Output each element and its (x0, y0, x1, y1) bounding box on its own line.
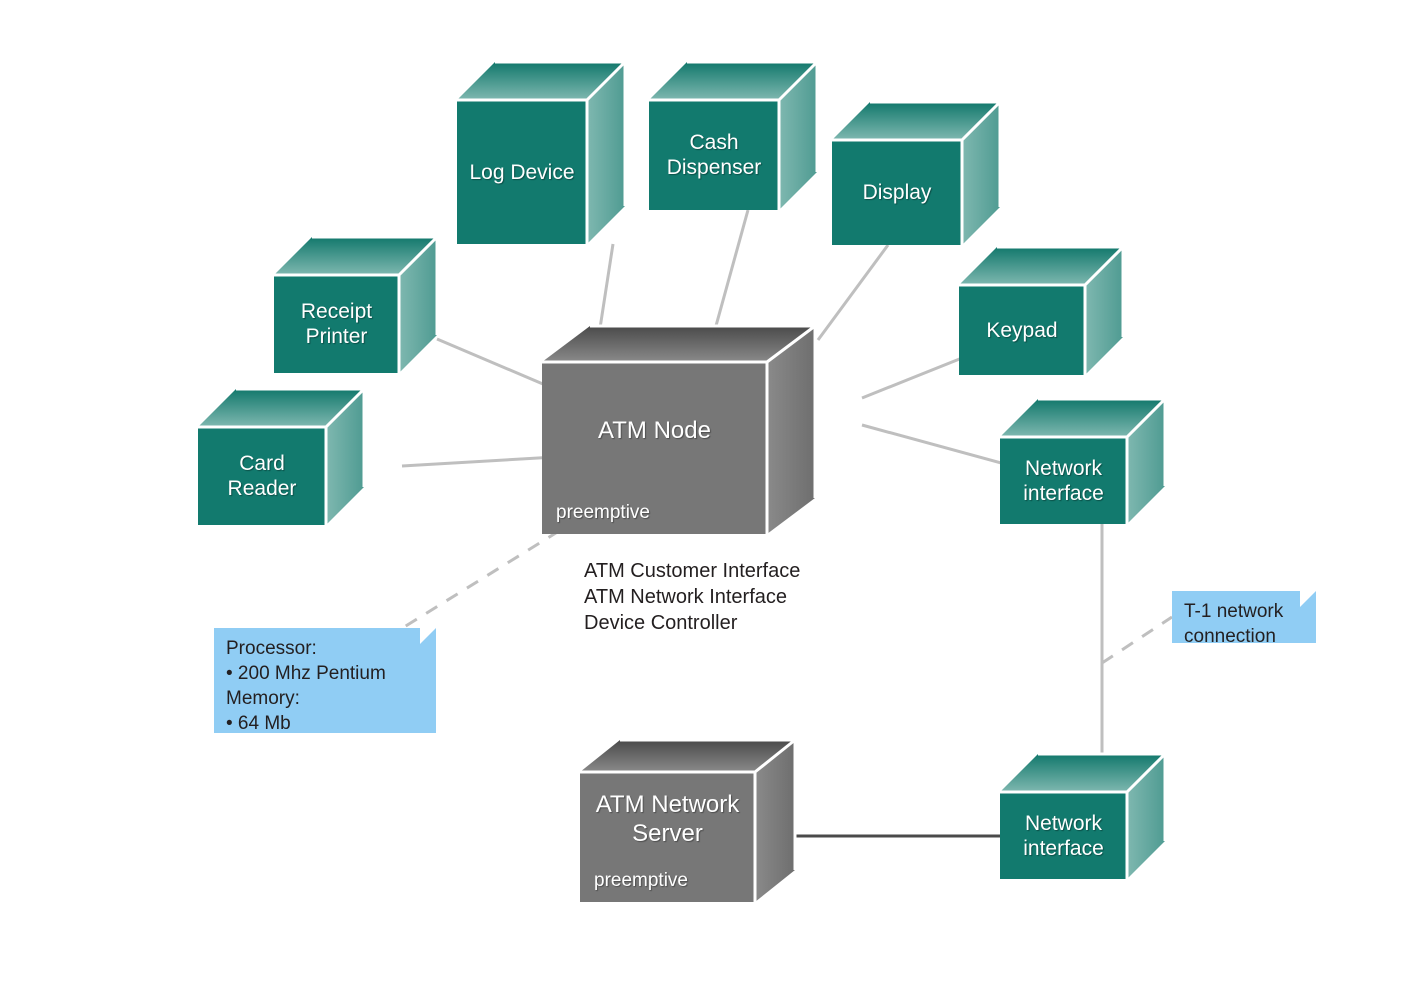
cube-front-face (198, 427, 326, 525)
cube-shape-keypad (959, 245, 1125, 375)
cube-shape-network-interface-atm (1000, 397, 1167, 524)
node-log-device[interactable]: Log Device (457, 60, 627, 244)
note-fold-icon (1300, 591, 1316, 607)
cube-shape-cash-dispenser (649, 60, 819, 210)
cube-front-face (580, 772, 755, 902)
cube-front-face (649, 100, 779, 210)
edge-nic-link-t1-note (1101, 615, 1173, 665)
note-fold-icon (420, 628, 436, 644)
cube-shape-atm-network-server (580, 738, 797, 902)
cube-front-face (1000, 792, 1127, 879)
edge-display (816, 244, 890, 341)
cube-shape-receipt-printer (274, 235, 439, 373)
cube-shape-log-device (457, 60, 627, 244)
cube-front-face (832, 140, 962, 245)
node-network-interface-server[interactable]: Network interface (1000, 752, 1167, 879)
cube-shape-card-reader (198, 387, 366, 525)
deployment-diagram-canvas: Log Device Cash Dispenser Display Receipt P… (0, 0, 1414, 994)
cube-front-face (959, 285, 1085, 375)
t1-note: T-1 network connection (1172, 591, 1316, 647)
cube-front-face (274, 275, 399, 373)
node-receipt-printer[interactable]: Receipt Printer (274, 235, 439, 373)
cube-front-face (1000, 437, 1127, 524)
cube-front-face (542, 362, 767, 534)
processor-note-text: Processor: • 200 Mhz Pentium Memory: • 6… (226, 638, 386, 734)
node-atm-node[interactable]: ATM Node preemptive (542, 324, 817, 534)
t1-note-text: T-1 network connection (1184, 601, 1284, 647)
cube-shape-atm-node (542, 324, 817, 534)
edge-atm-node-processor-note (387, 516, 581, 639)
node-display[interactable]: Display (832, 100, 1002, 245)
cube-shape-network-interface-server (1000, 752, 1167, 879)
node-network-interface-atm[interactable]: Network interface (1000, 397, 1167, 524)
cube-front-face (457, 100, 587, 244)
node-atm-network-server[interactable]: ATM Network Server preemptive (580, 738, 797, 902)
processor-note: Processor: • 200 Mhz Pentium Memory: • 6… (214, 628, 436, 734)
cube-shape-display (832, 100, 1002, 245)
node-cash-dispenser[interactable]: Cash Dispenser (649, 60, 819, 210)
atm-node-artifact-list: ATM Customer Interface ATM Network Inter… (584, 560, 801, 634)
node-card-reader[interactable]: Card Reader (198, 387, 366, 525)
node-keypad[interactable]: Keypad (959, 245, 1125, 375)
